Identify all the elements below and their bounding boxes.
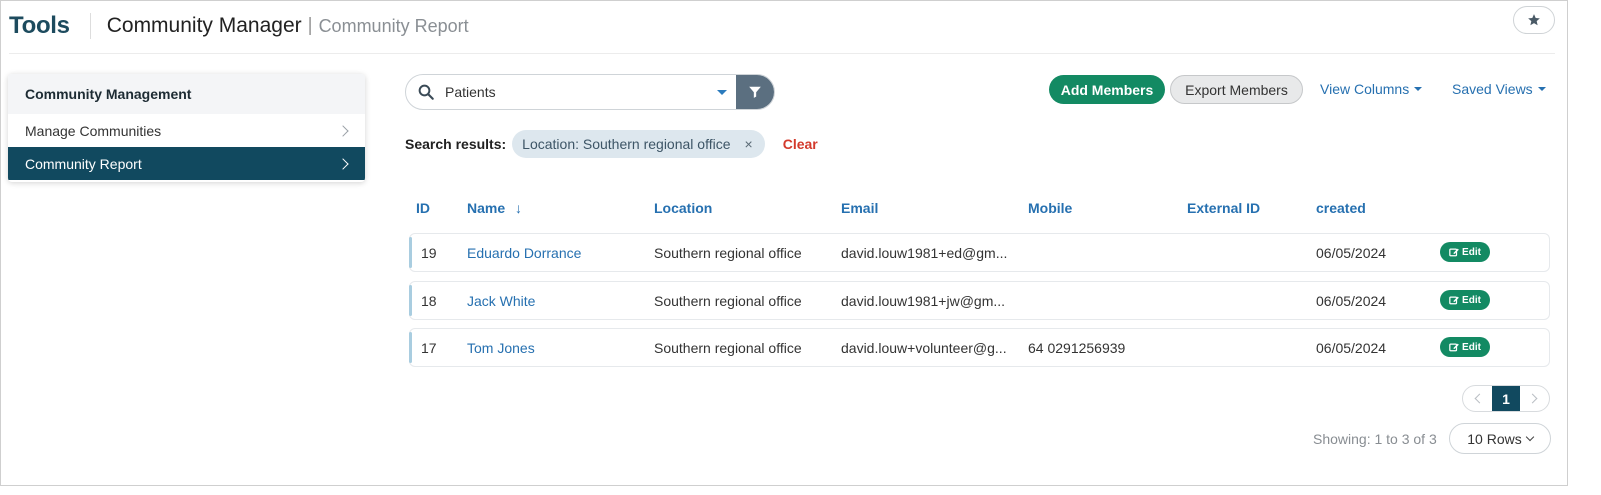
- rows-per-page-value: 10 Rows: [1467, 430, 1522, 447]
- cell-mobile: 64 0291256939: [1028, 340, 1126, 356]
- search-dropdown-caret-icon[interactable]: [717, 90, 727, 95]
- column-header-id[interactable]: ID: [416, 200, 430, 216]
- page-1-button[interactable]: 1: [1492, 386, 1520, 411]
- edit-button[interactable]: Edit: [1440, 242, 1490, 262]
- cell-name-link[interactable]: Jack White: [467, 293, 535, 309]
- filter-button[interactable]: [736, 75, 774, 109]
- favorite-button[interactable]: [1513, 6, 1555, 34]
- cell-email: david.louw1981+jw@gm...: [841, 293, 1006, 309]
- table-row: 18 Jack White Southern regional office d…: [409, 281, 1550, 320]
- breadcrumb-separator: |: [307, 15, 313, 36]
- chevron-right-icon: [1527, 393, 1538, 404]
- breadcrumb-current: Community Report: [318, 15, 469, 36]
- saved-views-dropdown[interactable]: Saved Views: [1452, 81, 1546, 97]
- chevron-right-icon: [337, 124, 349, 137]
- filter-icon: [749, 86, 761, 98]
- column-header-email[interactable]: Email: [841, 200, 878, 216]
- rows-per-page-select[interactable]: 10 Rows: [1449, 423, 1551, 454]
- next-page-button[interactable]: [1520, 386, 1549, 411]
- sidebar-heading: Community Management: [8, 74, 365, 114]
- chevron-left-icon: [1474, 393, 1485, 404]
- chevron-right-icon: [337, 157, 349, 170]
- filter-chip-location: Location: Southern regional office ×: [512, 130, 765, 158]
- view-columns-label: View Columns: [1320, 81, 1410, 97]
- search-input[interactable]: [445, 84, 715, 100]
- caret-down-icon: [1414, 87, 1423, 91]
- app-window: Tools Community Manager | Community Repo…: [0, 0, 1568, 486]
- cell-email: david.louw+volunteer@g...: [841, 340, 1007, 356]
- sidebar-item-label: Community Report: [25, 155, 142, 172]
- column-header-external-id[interactable]: External ID: [1187, 200, 1260, 216]
- caret-down-icon: [1537, 87, 1546, 91]
- edit-button-label: Edit: [1462, 246, 1481, 258]
- edit-icon: [1449, 343, 1459, 352]
- cell-created: 06/05/2024: [1316, 245, 1387, 261]
- showing-count: Showing: 1 to 3 of 3: [1313, 431, 1437, 447]
- edit-button[interactable]: Edit: [1440, 337, 1490, 357]
- edit-button-label: Edit: [1462, 341, 1481, 353]
- table-row: 19 Eduardo Dorrance Southern regional of…: [409, 233, 1550, 272]
- saved-views-label: Saved Views: [1452, 81, 1533, 97]
- edit-button[interactable]: Edit: [1440, 290, 1490, 310]
- column-header-location[interactable]: Location: [654, 200, 712, 216]
- cell-id: 18: [421, 293, 437, 309]
- app-title: Community Manager: [106, 14, 302, 37]
- add-members-button[interactable]: Add Members: [1049, 75, 1165, 104]
- header-divider: [89, 13, 91, 39]
- header-divider-line: [9, 53, 1555, 54]
- search-icon: [418, 84, 434, 100]
- column-header-name[interactable]: Name ↓: [467, 200, 522, 216]
- cell-id: 19: [421, 245, 437, 261]
- cell-email: david.louw1981+ed@gm...: [841, 245, 1008, 261]
- search-results-label: Search results:: [405, 136, 507, 152]
- cell-name-link[interactable]: Eduardo Dorrance: [467, 245, 581, 261]
- pagination: 1: [1462, 385, 1550, 412]
- sidebar-item-label: Manage Communities: [25, 122, 162, 139]
- edit-icon: [1449, 296, 1459, 305]
- table-row: 17 Tom Jones Southern regional office da…: [409, 328, 1550, 367]
- sidebar-item-manage-communities[interactable]: Manage Communities: [8, 114, 365, 147]
- search-box: [405, 74, 775, 110]
- export-members-button[interactable]: Export Members: [1170, 75, 1303, 104]
- view-columns-dropdown[interactable]: View Columns: [1320, 81, 1423, 97]
- column-header-created[interactable]: created: [1316, 200, 1366, 216]
- chevron-down-icon: [1525, 432, 1534, 442]
- cell-location: Southern regional office: [654, 245, 802, 261]
- column-header-name-label: Name: [467, 200, 506, 216]
- cell-location: Southern regional office: [654, 340, 802, 356]
- sidebar-item-community-report[interactable]: Community Report: [8, 147, 365, 180]
- cell-created: 06/05/2024: [1316, 293, 1387, 309]
- brand-logo[interactable]: Tools: [9, 12, 70, 40]
- close-icon[interactable]: ×: [745, 136, 753, 152]
- cell-id: 17: [421, 340, 437, 356]
- clear-filters-link[interactable]: Clear: [783, 136, 818, 152]
- prev-page-button[interactable]: [1463, 386, 1492, 411]
- search-results-bar: Search results: Location: Southern regio…: [405, 130, 818, 158]
- cell-location: Southern regional office: [654, 293, 802, 309]
- sort-descending-icon: ↓: [515, 200, 523, 216]
- cell-name-link[interactable]: Tom Jones: [467, 340, 535, 356]
- column-header-mobile[interactable]: Mobile: [1028, 200, 1072, 216]
- cell-created: 06/05/2024: [1316, 340, 1387, 356]
- edit-icon: [1449, 248, 1459, 257]
- sidebar: Community Management Manage Communities …: [8, 74, 365, 182]
- page-header: Tools Community Manager | Community Repo…: [9, 9, 469, 43]
- edit-button-label: Edit: [1462, 294, 1481, 306]
- filter-chip-label: Location: Southern regional office: [522, 136, 731, 152]
- star-icon: [1528, 14, 1540, 26]
